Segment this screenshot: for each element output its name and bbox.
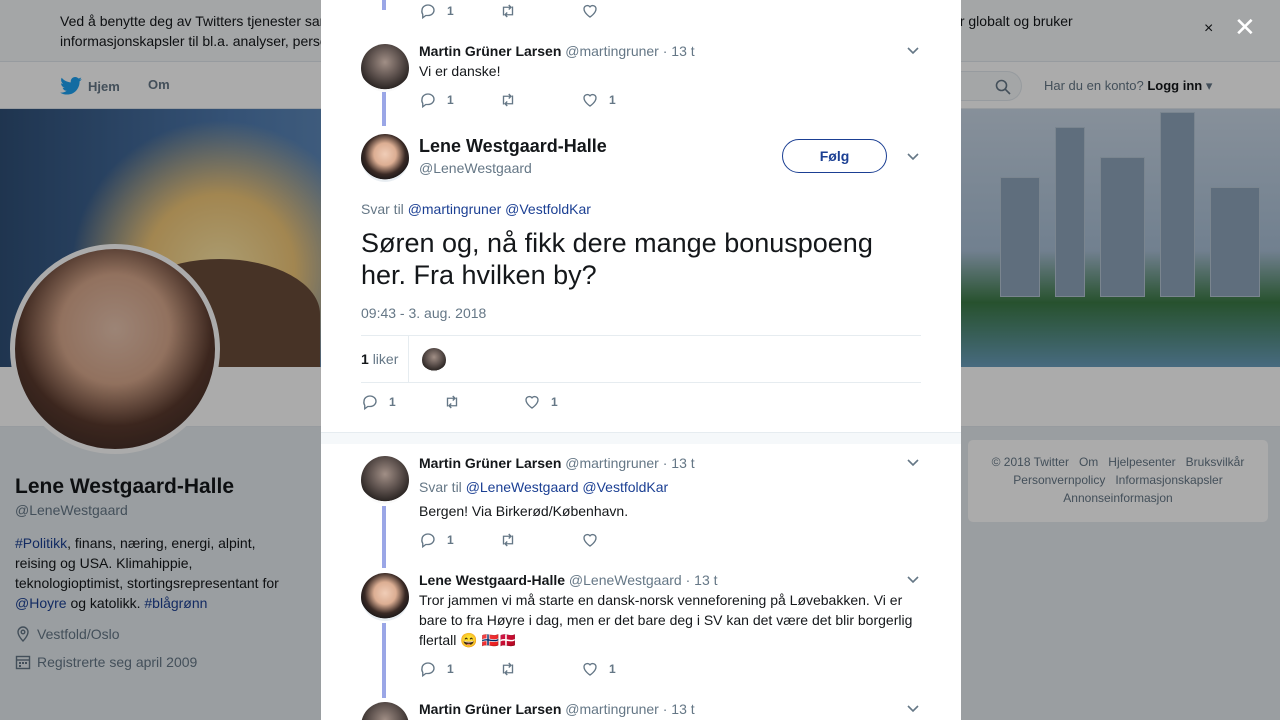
retweet-button[interactable] (499, 2, 517, 20)
replies-separator (321, 432, 961, 444)
avatar[interactable] (361, 573, 409, 621)
reply-button[interactable]: 1 (419, 91, 454, 109)
reply-count: 1 (447, 93, 454, 107)
liker-avatar[interactable] (422, 348, 446, 372)
reply-icon (421, 4, 435, 20)
retweet-button[interactable] (499, 660, 517, 678)
tweet-timestamp[interactable]: 09:43 - 3. aug. 2018 (361, 305, 486, 321)
likes-stat[interactable]: 1 liker (361, 351, 398, 367)
tweet-actions: 1 (419, 531, 679, 553)
mention-link[interactable]: @VestfoldKar (582, 479, 668, 495)
heart-icon (525, 395, 539, 409)
tweet-text: Tror jammen vi må starte en dansk-norsk … (419, 590, 919, 650)
tweet-time[interactable]: · 13 t (663, 455, 695, 471)
like-button[interactable]: 1 (581, 660, 616, 678)
reply-icon (363, 395, 377, 411)
tweet-time[interactable]: · 13 t (663, 43, 695, 59)
main-author-handle[interactable]: @LeneWestgaard (419, 160, 532, 176)
tweet-emoji: 😄 🇳🇴🇩🇰 (460, 632, 517, 648)
retweet-icon (502, 533, 514, 547)
thread-line (382, 0, 386, 10)
reply-prefix: Svar til (419, 479, 462, 495)
tweet-stats: 1 liker (361, 335, 921, 383)
like-count: 1 (609, 93, 616, 107)
tweet-time[interactable]: · 13 t (663, 701, 695, 717)
thread-line (382, 92, 386, 126)
heart-icon (583, 4, 597, 18)
avatar[interactable] (361, 44, 409, 92)
author-handle[interactable]: @martingruner (565, 43, 659, 59)
tweet-text: Vi er danske! (419, 63, 501, 79)
tweet-header: Lene Westgaard-Halle @LeneWestgaard · 13… (419, 572, 718, 588)
tweet-text: Bergen! Via Birkerød/København. (419, 503, 629, 519)
reply-icon (421, 93, 435, 109)
likes-stat-count: 1 (361, 351, 369, 367)
reply-count: 1 (447, 4, 454, 18)
reply-context: Svar til @LeneWestgaard @VestfoldKar (419, 477, 919, 497)
author-handle[interactable]: @LeneWestgaard (569, 572, 682, 588)
retweet-button[interactable] (443, 393, 461, 411)
tweet-actions: 1 1 (361, 393, 621, 415)
tweet-actions: 1 1 (419, 660, 679, 682)
chevron-down-icon[interactable] (906, 456, 920, 470)
mention-link[interactable]: @LeneWestgaard (466, 479, 579, 495)
heart-icon (583, 662, 597, 676)
avatar[interactable] (361, 134, 409, 182)
tweet-time[interactable]: · 13 t (686, 572, 718, 588)
thread-line (382, 506, 386, 568)
reply-button[interactable]: 1 (361, 393, 396, 411)
main-tweet-text: Søren og, nå fikk dere mange bonuspoeng … (361, 228, 873, 290)
follow-button[interactable]: Følg (782, 139, 887, 173)
retweet-icon (446, 395, 458, 409)
mention-link[interactable]: @martingruner (408, 201, 502, 217)
tweet-header: Martin Grüner Larsen @martingruner · 13 … (419, 43, 695, 59)
tweet-header: Martin Grüner Larsen @martingruner · 13 … (419, 701, 695, 717)
heart-icon (583, 533, 597, 547)
author-name[interactable]: Martin Grüner Larsen (419, 455, 561, 471)
chevron-down-icon[interactable] (906, 150, 920, 164)
mention-link[interactable]: @VestfoldKar (505, 201, 591, 217)
like-count: 1 (551, 395, 558, 409)
like-button[interactable] (581, 2, 599, 20)
divider (408, 336, 409, 383)
reply-count: 1 (447, 533, 454, 547)
likes-stat-label: liker (372, 351, 399, 367)
chevron-down-icon[interactable] (906, 44, 920, 58)
reply-prefix: Svar til (361, 201, 404, 217)
author-name[interactable]: Martin Grüner Larsen (419, 701, 561, 717)
author-name[interactable]: Lene Westgaard-Halle (419, 572, 565, 588)
reply-count: 1 (447, 662, 454, 676)
close-icon[interactable]: ✕ (1234, 12, 1256, 43)
retweet-button[interactable] (499, 91, 517, 109)
chevron-down-icon[interactable] (906, 702, 920, 716)
tweet-header: Martin Grüner Larsen @martingruner · 13 … (419, 455, 695, 471)
author-handle[interactable]: @martingruner (565, 455, 659, 471)
author-handle[interactable]: @martingruner (565, 701, 659, 717)
tweet-actions: 1 (419, 2, 679, 24)
reply-button[interactable]: 1 (419, 660, 454, 678)
reply-button[interactable]: 1 (419, 531, 454, 549)
chevron-down-icon[interactable] (906, 573, 920, 587)
like-button[interactable]: 1 (581, 91, 616, 109)
reply-icon (421, 533, 435, 549)
thread-line (382, 623, 386, 698)
avatar[interactable] (361, 456, 409, 504)
retweet-icon (502, 93, 514, 107)
author-name[interactable]: Martin Grüner Larsen (419, 43, 561, 59)
like-button[interactable]: 1 (523, 393, 558, 411)
reply-context: Svar til @martingruner @VestfoldKar (361, 201, 591, 217)
tweet-actions: 1 1 (419, 91, 679, 113)
main-author-name[interactable]: Lene Westgaard-Halle (419, 136, 607, 157)
reply-button[interactable]: 1 (419, 2, 454, 20)
reply-icon (421, 662, 435, 678)
like-count: 1 (609, 662, 616, 676)
retweet-icon (502, 662, 514, 676)
retweet-icon (502, 4, 514, 18)
retweet-button[interactable] (499, 531, 517, 549)
reply-count: 1 (389, 395, 396, 409)
heart-icon (583, 93, 597, 107)
like-button[interactable] (581, 531, 599, 549)
